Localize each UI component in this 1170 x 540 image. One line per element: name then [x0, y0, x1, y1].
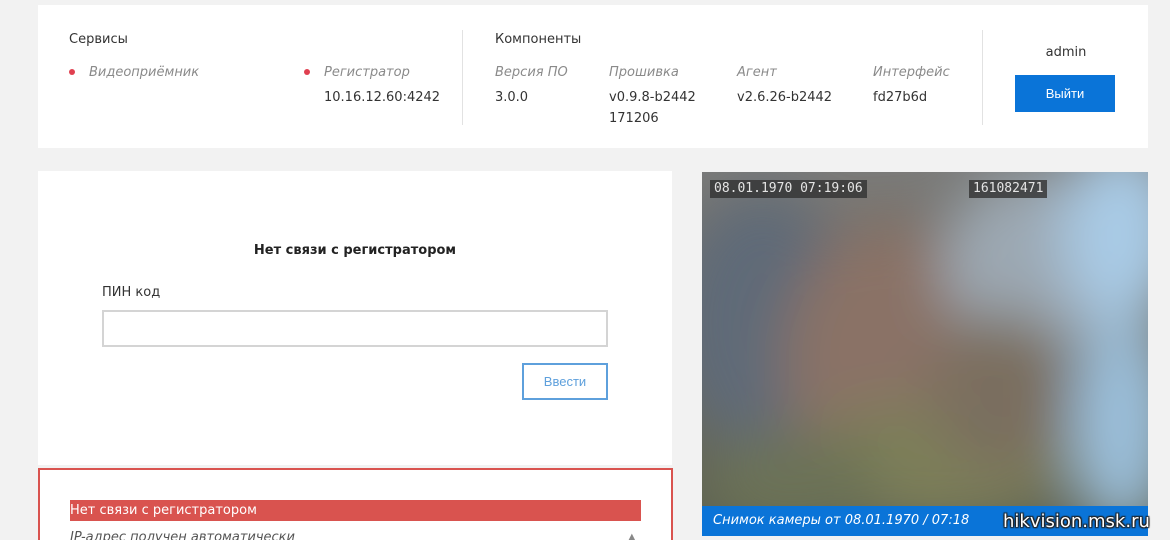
divider	[462, 30, 463, 125]
pin-input[interactable]	[102, 310, 608, 347]
status-panel: Нет связи с регистратором IP-адрес получ…	[38, 468, 673, 540]
enter-button[interactable]: Ввести	[522, 363, 608, 400]
collapse-arrow-icon[interactable]: ▲	[628, 532, 636, 540]
service-item-videoreceiver: Видеоприёмник	[69, 65, 200, 80]
service-value: 10.16.12.60:4242	[324, 90, 441, 105]
service-item-registrator: Регистратор 10.16.12.60:4242	[304, 65, 441, 108]
divider	[982, 30, 983, 125]
component-value: v0.9.8-b2442 171206	[609, 90, 696, 126]
component-label: Агент	[737, 65, 777, 80]
system-info-panel: Сервисы Видеоприёмник Регистратор 10.16.…	[38, 5, 1148, 148]
camera-image	[702, 172, 1148, 536]
error-message: Нет связи с регистратором	[70, 500, 641, 521]
component-item-interface: Интерфейс fd27b6d	[873, 65, 950, 108]
pin-panel: Нет связи с регистратором ПИН код Ввести	[38, 171, 672, 465]
component-item-software-version: Версия ПО 3.0.0	[495, 65, 568, 108]
status-line: IP-адрес получен автоматически	[70, 530, 295, 540]
username: admin	[1045, 45, 1087, 60]
component-value: fd27b6d	[873, 90, 928, 105]
connection-error-heading: Нет связи с регистратором	[253, 243, 457, 258]
component-label: Интерфейс	[873, 65, 950, 80]
component-label: Версия ПО	[495, 65, 568, 80]
components-title: Компоненты	[495, 32, 582, 47]
camera-snapshot: 08.01.1970 07:19:06 161082471 Снимок кам…	[702, 172, 1148, 536]
component-label: Прошивка	[609, 65, 679, 80]
osd-datetime: 08.01.1970 07:19:06	[710, 180, 867, 198]
service-label: Регистратор	[324, 65, 410, 80]
component-value: v2.6.26-b2442	[737, 90, 833, 105]
component-item-agent: Агент v2.6.26-b2442	[737, 65, 832, 108]
watermark: hikvision.msk.ru	[1003, 511, 1150, 532]
service-label: Видеоприёмник	[89, 65, 200, 80]
status-dot-icon	[69, 69, 75, 75]
pin-label: ПИН код	[102, 285, 161, 300]
status-dot-icon	[304, 69, 310, 75]
services-title: Сервисы	[69, 32, 128, 47]
logout-button[interactable]: Выйти	[1015, 75, 1115, 112]
component-item-firmware: Прошивка v0.9.8-b2442 171206	[609, 65, 696, 129]
osd-camera-id: 161082471	[969, 180, 1048, 198]
component-value: 3.0.0	[495, 90, 529, 105]
